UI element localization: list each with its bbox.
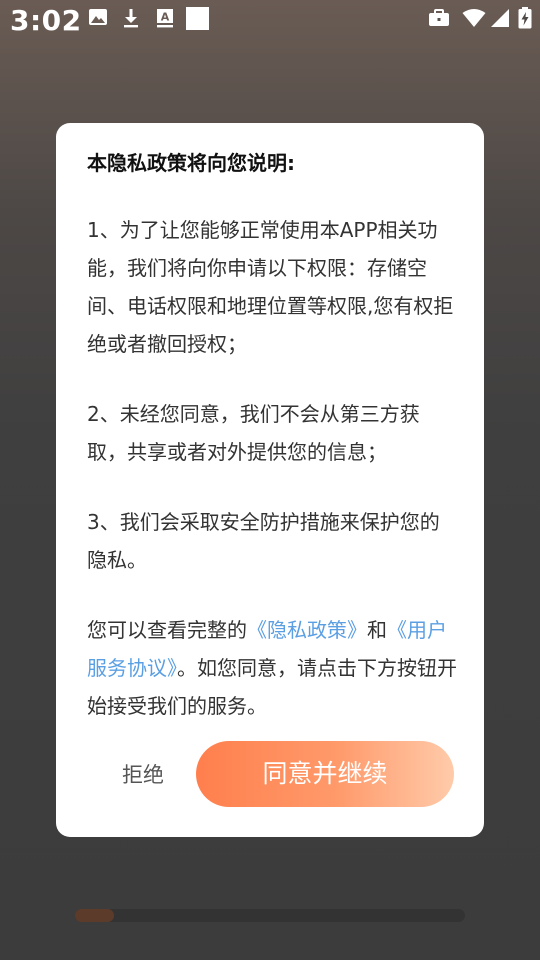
paragraph-permissions: 1、为了让您能够正常使用本APP相关功能，我们将向你申请以下权限：存储空间、电话… (87, 218, 454, 356)
square-icon (186, 7, 210, 35)
agree-continue-button[interactable]: 同意并继续 (196, 741, 454, 807)
download-icon (122, 8, 140, 32)
reject-button[interactable]: 拒绝 (108, 755, 178, 795)
paragraph-agreement: 您可以查看完整的《隐私政策》和《用户服务协议》。如您同意，请点击下方按钮开始接受… (87, 611, 459, 725)
font-icon: A (156, 8, 174, 32)
agreement-prefix: 您可以查看完整的 (87, 618, 247, 642)
paragraph-security: 3、我们会采取安全防护措施来保护您的隐私。 (87, 510, 440, 572)
signal-icon (490, 8, 510, 32)
briefcase-icon (428, 9, 450, 31)
battery-charging-icon (518, 7, 532, 33)
loading-progress-bar (75, 909, 465, 922)
image-icon (88, 8, 108, 30)
paragraph-third-party: 2、未经您同意，我们不会从第三方获取，共享或者对外提供您的信息； (87, 402, 420, 464)
wifi-icon (462, 8, 486, 32)
status-time: 3:02 (10, 4, 82, 37)
svg-text:A: A (161, 11, 170, 24)
dialog-title: 本隐私政策将向您说明: (87, 151, 295, 175)
status-bar: 3:02 A (0, 0, 540, 46)
dialog-body: 1、为了让您能够正常使用本APP相关功能，我们将向你申请以下权限：存储空间、电话… (87, 211, 459, 757)
agreement-and: 和 (367, 618, 387, 642)
loading-progress-fill (75, 909, 114, 922)
privacy-dialog: 本隐私政策将向您说明: 1、为了让您能够正常使用本APP相关功能，我们将向你申请… (56, 123, 484, 837)
privacy-policy-link[interactable]: 《隐私政策》 (247, 618, 367, 642)
